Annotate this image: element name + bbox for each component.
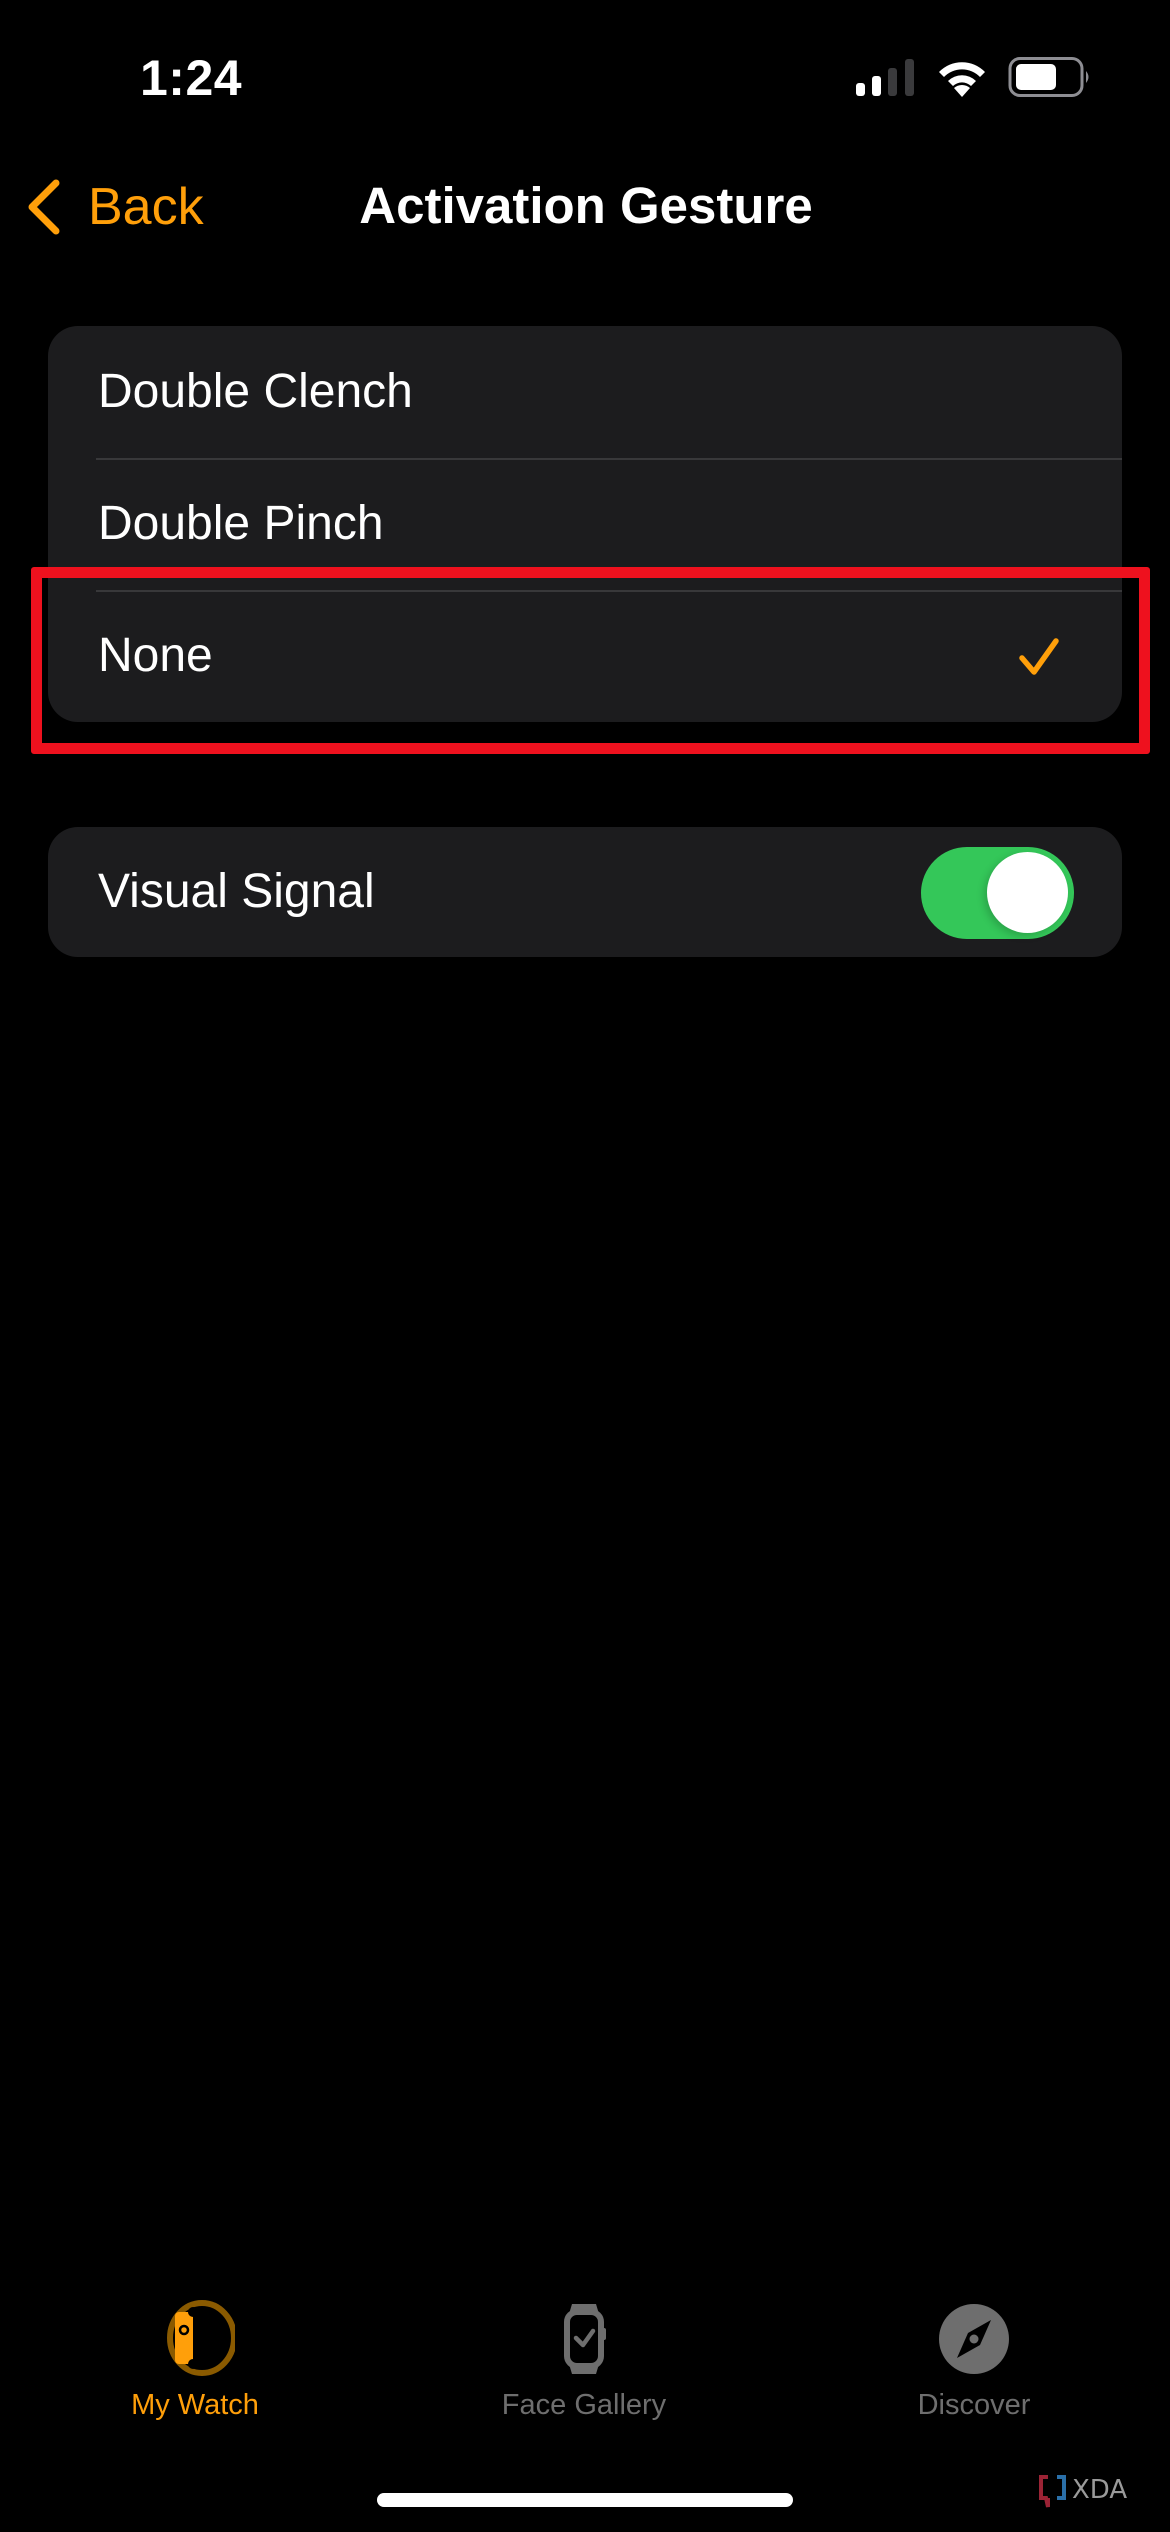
battery-icon	[1008, 57, 1089, 97]
home-indicator[interactable]	[377, 2493, 793, 2507]
wifi-icon	[939, 62, 985, 97]
option-label: Double Clench	[98, 365, 413, 418]
status-time: 1:24	[140, 50, 243, 106]
tab-discover[interactable]: Discover	[824, 2300, 1124, 2430]
option-double-pinch[interactable]: Double Pinch	[48, 458, 1122, 590]
tab-label: My Watch	[131, 2389, 259, 2421]
tab-label: Discover	[917, 2389, 1031, 2421]
gesture-options-list: Double Clench Double Pinch None	[48, 326, 1122, 722]
checkmark-icon	[1019, 638, 1059, 675]
visual-signal-row: Visual Signal	[48, 827, 1122, 957]
option-label: None	[98, 629, 213, 682]
tab-my-watch[interactable]: My Watch	[45, 2300, 345, 2430]
watch-face-icon	[564, 2304, 606, 2374]
tab-face-gallery[interactable]: Face Gallery	[434, 2300, 734, 2430]
xda-logo-icon: XDA	[1039, 2475, 1127, 2508]
tab-label: Face Gallery	[501, 2389, 667, 2421]
page-title: Activation Gesture	[359, 177, 813, 234]
xda-watermark-text: XDA	[1072, 2475, 1127, 2505]
option-label: Double Pinch	[98, 497, 384, 550]
visual-signal-label: Visual Signal	[98, 865, 375, 918]
option-none[interactable]: None	[48, 590, 1122, 722]
watch-side-icon	[167, 2300, 235, 2376]
option-double-clench[interactable]: Double Clench	[48, 326, 1122, 458]
cellular-signal-icon	[856, 58, 916, 96]
visual-signal-toggle[interactable]	[921, 847, 1074, 939]
compass-icon	[939, 2304, 1009, 2374]
toggle-knob	[987, 852, 1068, 933]
